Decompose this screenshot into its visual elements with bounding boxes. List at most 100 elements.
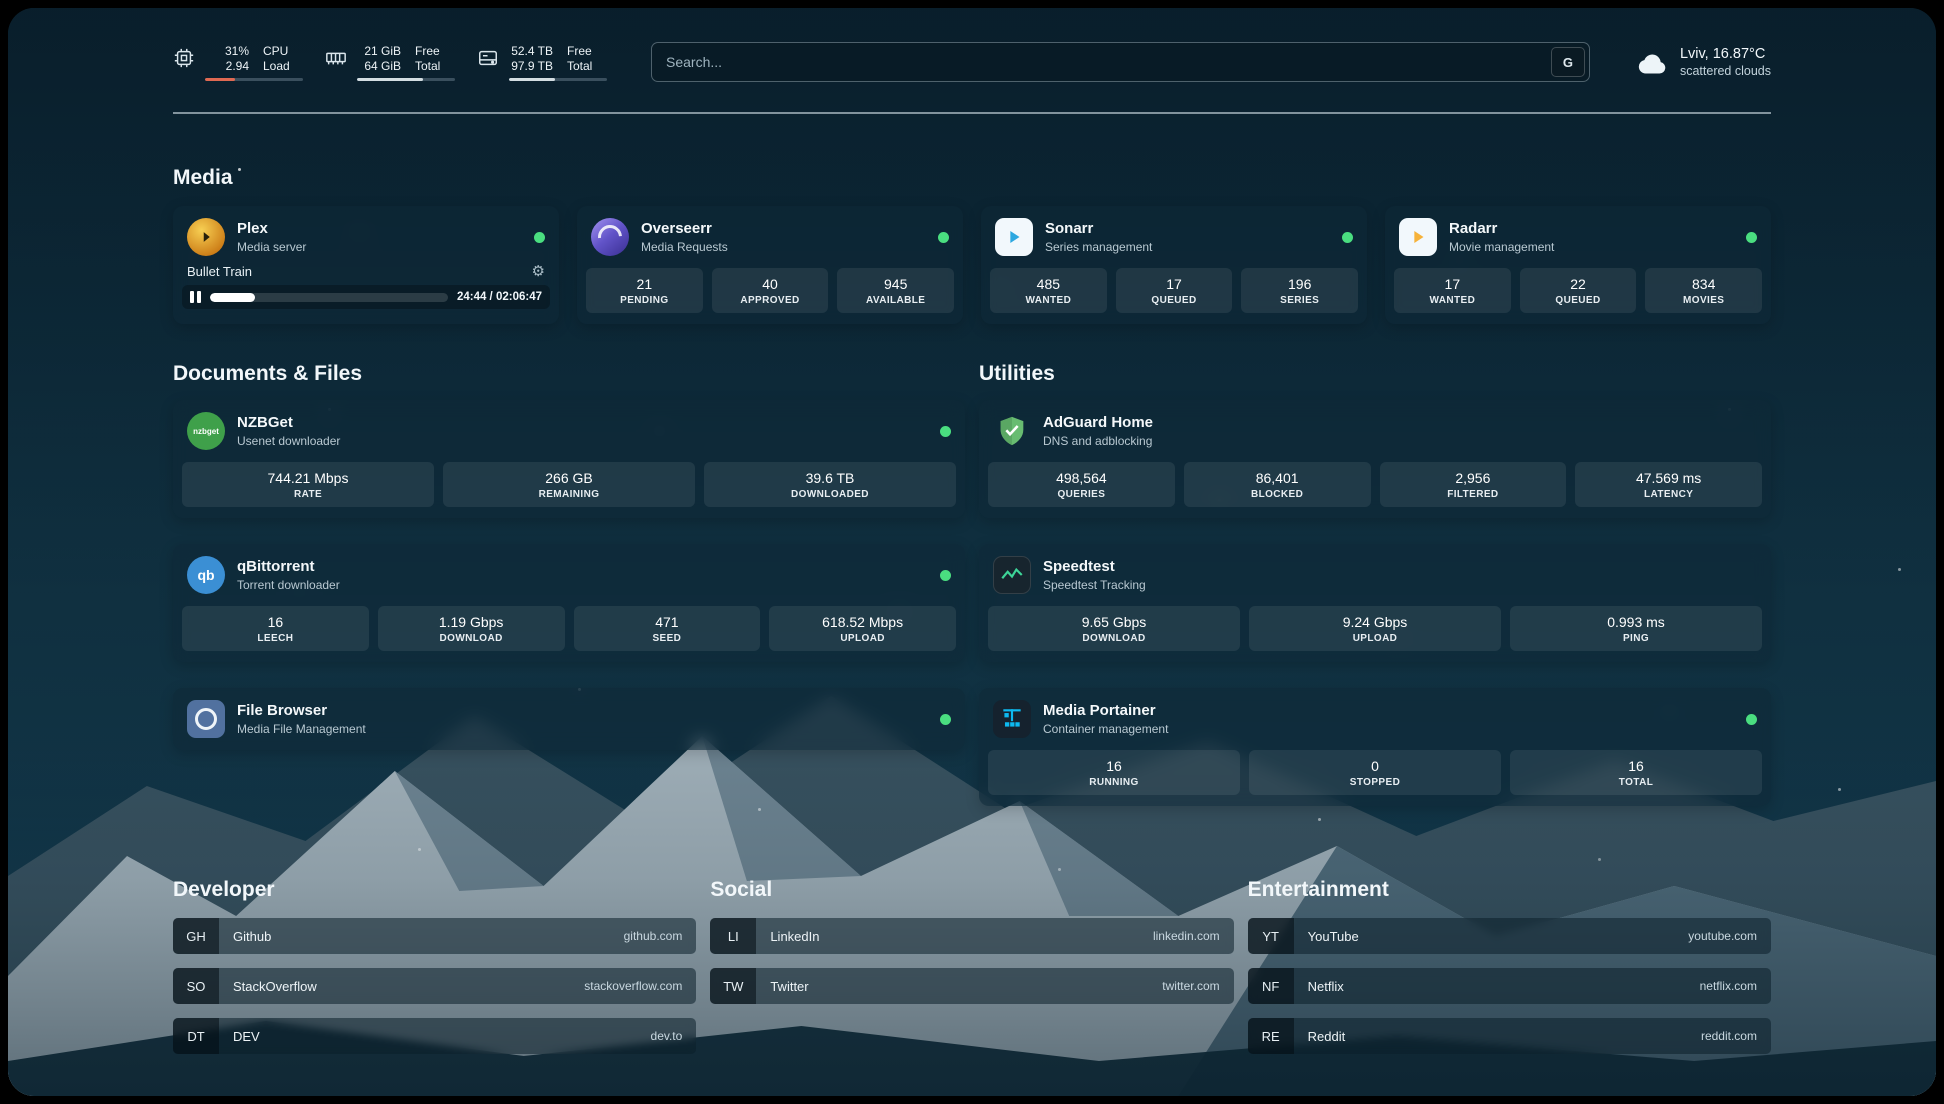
stat-ping: 0.993 ms PING — [1510, 606, 1762, 651]
bookmark-youtube[interactable]: YT YouTube youtube.com — [1248, 918, 1771, 954]
service-name: Speedtest — [1043, 558, 1146, 576]
status-dot — [1746, 232, 1757, 243]
section-title-documents: Documents & Files — [173, 362, 965, 386]
service-name: NZBGet — [237, 414, 340, 432]
bookmark-group-social: Social LI LinkedIn linkedin.com TW Twitt… — [710, 878, 1233, 1068]
disk-label-2: Total — [567, 59, 592, 74]
card-portainer: Media Portainer Container management 16 … — [979, 688, 1771, 806]
disk-free: 52.4 TB — [511, 44, 553, 59]
memory-total: 64 GiB — [364, 59, 401, 74]
stat-downloaded: 39.6 TB DOWNLOADED — [704, 462, 956, 507]
stats-row: 498,564 QUERIES 86,401 BLOCKED 2,956 FIL… — [979, 462, 1771, 518]
filebrowser-icon — [187, 700, 225, 738]
section-title-social: Social — [710, 878, 1233, 902]
memory-label-1: Free — [415, 44, 440, 59]
service-header-plex[interactable]: Plex Media server — [173, 206, 559, 268]
stat-queued: 22 QUEUED — [1520, 268, 1637, 313]
card-sonarr: Sonarr Series management 485 WANTED 17 Q… — [981, 206, 1367, 324]
stat-rate: 744.21 Mbps RATE — [182, 462, 434, 507]
overseerr-icon — [591, 218, 629, 256]
qbittorrent-icon: qb — [187, 556, 225, 594]
column-documents: Documents & Files nzbget NZBGet Usenet d… — [173, 362, 965, 832]
stat-upload: 618.52 Mbps UPLOAD — [769, 606, 956, 651]
section-title-entertainment: Entertainment — [1248, 878, 1771, 902]
stat-series: 196 SERIES — [1241, 268, 1358, 313]
bookmark-twitter[interactable]: TW Twitter twitter.com — [710, 968, 1233, 1004]
column-utilities: Utilities AdGuard Home — [979, 362, 1771, 832]
disk-label-1: Free — [567, 44, 592, 59]
service-header-radarr[interactable]: Radarr Movie management — [1385, 206, 1771, 268]
stats-row: 744.21 Mbps RATE 266 GB REMAINING 39.6 T… — [173, 462, 965, 518]
stat-stopped: 0 STOPPED — [1249, 750, 1501, 795]
service-header-nzbget[interactable]: nzbget NZBGet Usenet downloader — [173, 400, 965, 462]
search-input[interactable] — [651, 42, 1590, 82]
stat-remaining: 266 GB REMAINING — [443, 462, 695, 507]
bookmark-linkedin[interactable]: LI LinkedIn linkedin.com — [710, 918, 1233, 954]
status-dot — [534, 232, 545, 243]
service-name: qBittorrent — [237, 558, 340, 576]
weather-condition: scattered clouds — [1680, 64, 1771, 78]
playback-time: 24:44 / 02:06:47 — [457, 291, 542, 303]
stat-wanted: 485 WANTED — [990, 268, 1107, 313]
memory-widget: 21 GiB 64 GiB Free Total — [325, 44, 455, 81]
cpu-usage-fill — [205, 78, 235, 81]
bookmark-dev[interactable]: DT DEV dev.to — [173, 1018, 696, 1054]
radarr-icon — [1399, 218, 1437, 256]
stats-row: 16 LEECH 1.19 Gbps DOWNLOAD 471 SEED 6 — [173, 606, 965, 662]
cpu-usage-bar — [205, 78, 303, 81]
service-header-filebrowser[interactable]: File Browser Media File Management — [173, 688, 965, 750]
service-header-sonarr[interactable]: Sonarr Series management — [981, 206, 1367, 268]
bookmark-group-developer: Developer GH Github github.com SO StackO… — [173, 878, 696, 1068]
resource-widgets: 31% 2.94 CPU Load — [173, 44, 607, 81]
stream-settings-icon[interactable]: ⚙ — [532, 264, 545, 279]
stat-pending: 21 PENDING — [586, 268, 703, 313]
service-header-overseerr[interactable]: Overseerr Media Requests — [577, 206, 963, 268]
section-title-developer: Developer — [173, 878, 696, 902]
service-name: Radarr — [1449, 220, 1554, 238]
stat-wanted: 17 WANTED — [1394, 268, 1511, 313]
service-header-speedtest[interactable]: Speedtest Speedtest Tracking — [979, 544, 1771, 606]
bookmark-group-entertainment: Entertainment YT YouTube youtube.com NF … — [1248, 878, 1771, 1068]
now-playing-progress-row: 24:44 / 02:06:47 — [182, 285, 550, 309]
status-dot — [1746, 714, 1757, 725]
cpu-percent: 31% — [225, 44, 249, 59]
service-header-adguard[interactable]: AdGuard Home DNS and adblocking — [979, 400, 1771, 462]
bookmark-github[interactable]: GH Github github.com — [173, 918, 696, 954]
section-title-media: Media — [173, 166, 1771, 190]
service-name: File Browser — [237, 702, 366, 720]
disk-icon — [477, 47, 499, 69]
service-subtitle: Movie management — [1449, 240, 1554, 254]
cpu-icon — [173, 47, 195, 69]
playback-progress-fill — [210, 293, 255, 302]
service-subtitle: Torrent downloader — [237, 578, 340, 592]
bookmark-reddit[interactable]: RE Reddit reddit.com — [1248, 1018, 1771, 1054]
service-header-qbittorrent[interactable]: qb qBittorrent Torrent downloader — [173, 544, 965, 606]
media-grid: Plex Media server Bullet Train ⚙ 24:44 /… — [173, 206, 1771, 324]
service-name: Plex — [237, 220, 306, 238]
service-subtitle: Series management — [1045, 240, 1152, 254]
card-radarr: Radarr Movie management 17 WANTED 22 QUE… — [1385, 206, 1771, 324]
stats-row: 21 PENDING 40 APPROVED 945 AVAILABLE — [577, 268, 963, 324]
stat-filtered: 2,956 FILTERED — [1380, 462, 1567, 507]
stats-row: 16 RUNNING 0 STOPPED 16 TOTAL — [979, 750, 1771, 806]
nzbget-icon: nzbget — [187, 412, 225, 450]
service-header-portainer[interactable]: Media Portainer Container management — [979, 688, 1771, 750]
status-dot — [940, 714, 951, 725]
service-subtitle: Media server — [237, 240, 306, 254]
topbar-divider — [173, 112, 1771, 114]
card-nzbget: nzbget NZBGet Usenet downloader 744.21 M… — [173, 400, 965, 518]
service-subtitle: Speedtest Tracking — [1043, 578, 1146, 592]
bookmark-stackoverflow[interactable]: SO StackOverflow stackoverflow.com — [173, 968, 696, 1004]
search-provider-button[interactable]: G — [1551, 47, 1585, 77]
pause-icon[interactable] — [190, 291, 201, 303]
card-qbittorrent: qb qBittorrent Torrent downloader 16 LEE… — [173, 544, 965, 662]
card-adguard: AdGuard Home DNS and adblocking 498,564 … — [979, 400, 1771, 518]
playback-progress-bar[interactable] — [210, 293, 448, 302]
memory-usage-bar — [357, 78, 455, 81]
stat-queries: 498,564 QUERIES — [988, 462, 1175, 507]
bookmark-netflix[interactable]: NF Netflix netflix.com — [1248, 968, 1771, 1004]
status-dot — [940, 570, 951, 581]
disk-widget: 52.4 TB 97.9 TB Free Total — [477, 44, 607, 81]
stat-download: 1.19 Gbps DOWNLOAD — [378, 606, 565, 651]
portainer-icon — [993, 700, 1031, 738]
